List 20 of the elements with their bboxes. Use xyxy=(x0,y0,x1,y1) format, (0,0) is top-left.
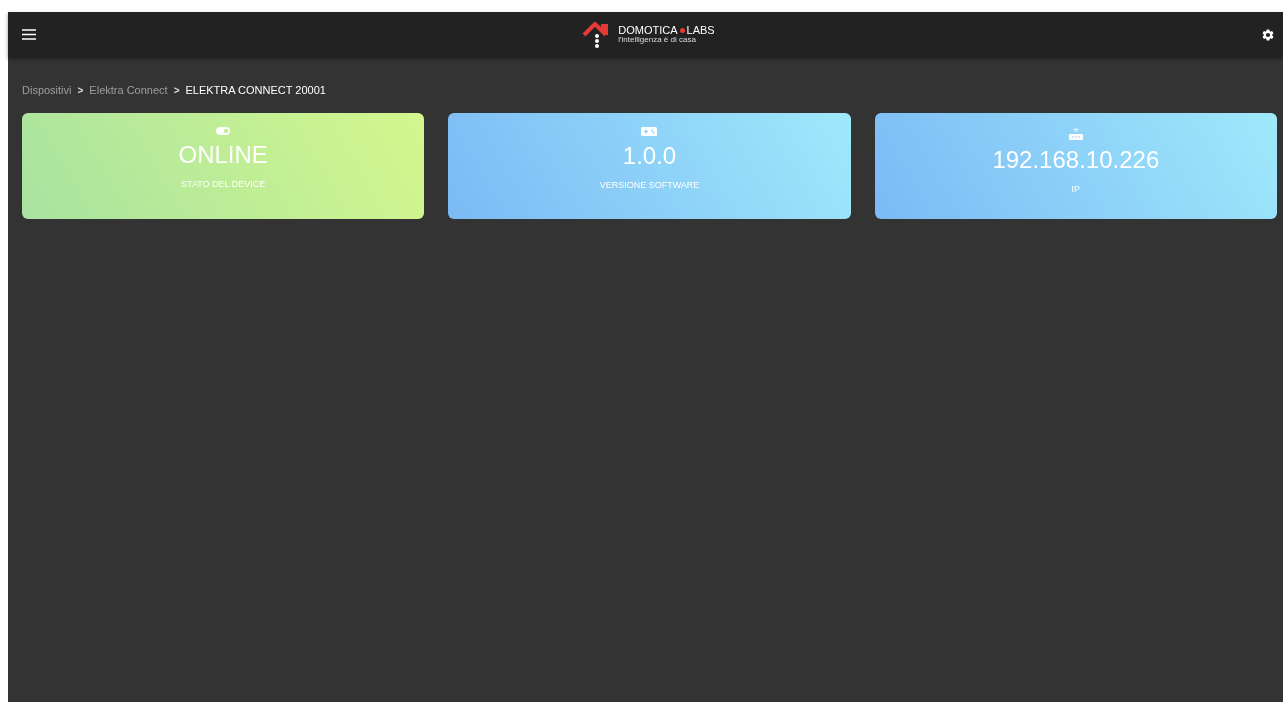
breadcrumb-link[interactable]: Elektra Connect xyxy=(89,84,168,96)
toggle-icon xyxy=(216,127,231,135)
card-value: ONLINE xyxy=(178,141,268,169)
card-value: 192.168.10.226 xyxy=(992,146,1160,174)
gamepad-icon xyxy=(641,127,658,136)
card-value: 1.0.0 xyxy=(622,142,677,170)
logo-tagline: l'intelligenza è di casa xyxy=(618,36,697,44)
menu-icon xyxy=(22,29,36,40)
card-label: STATO DEL DEVICE xyxy=(181,179,266,189)
card-label: IP xyxy=(1071,184,1081,194)
settings-button[interactable] xyxy=(1261,27,1275,42)
breadcrumb-link[interactable]: Dispositivi xyxy=(22,84,72,96)
menu-button[interactable] xyxy=(22,29,36,40)
router-icon xyxy=(1068,127,1083,140)
settings-icon xyxy=(1261,27,1275,42)
breadcrumb-separator: > xyxy=(77,84,84,96)
breadcrumb-link[interactable]: ELEKTRA CONNECT 20001 xyxy=(185,84,326,96)
card-label: VERSIONE SOFTWARE xyxy=(599,180,700,190)
logo-name: DOMOTICA LABS xyxy=(618,25,715,36)
breadcrumb-separator: > xyxy=(173,84,180,96)
